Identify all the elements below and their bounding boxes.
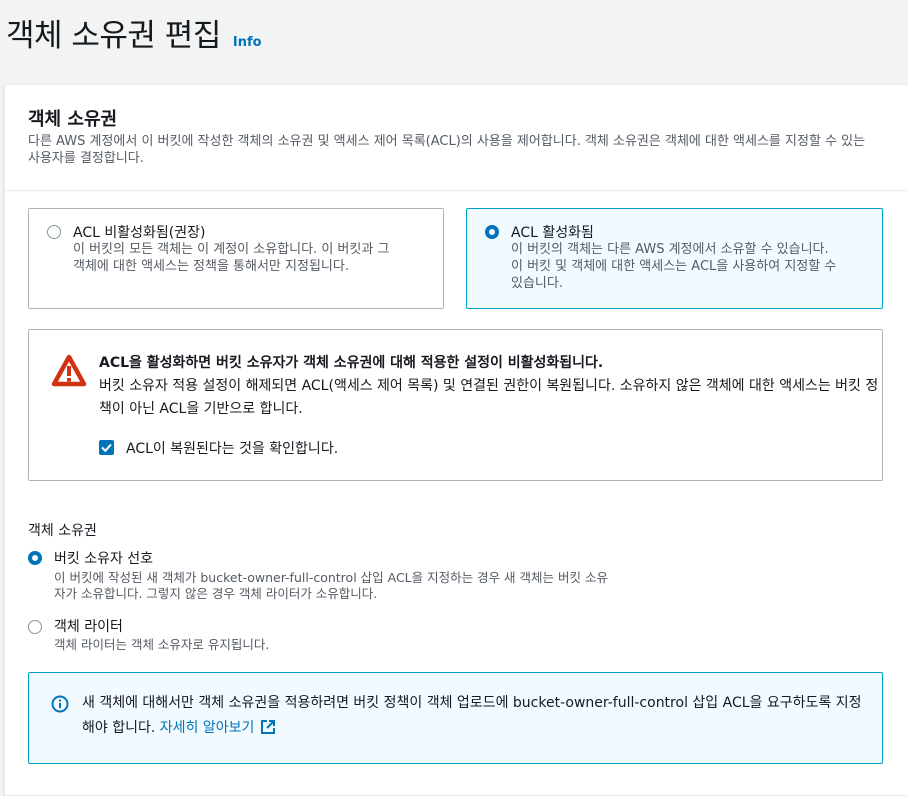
acl-warning-alert: ACL을 활성화하면 버킷 소유자가 객체 소유권에 대해 적용한 설정이 비활… [28,329,883,481]
learn-more-link[interactable]: 자세히 알아보기 [160,720,255,736]
object-ownership-panel: 객체 소유권 다른 AWS 계정에서 이 버킷에 작성한 객체의 소유권 및 액… [4,84,908,796]
acl-enabled-title: ACL 활성화됨 [511,225,594,241]
info-link[interactable]: Info [233,35,262,50]
acl-disabled-desc-line2: 객체에 대한 액세스는 정책을 통해서만 지정됩니다. [73,259,349,274]
bucket-owner-preferred-desc-line2: 자가 소유합니다. 그렇지 않은 경우 객체 라이터가 소유합니다. [54,586,378,601]
section-title: 객체 소유권 [28,109,118,130]
acl-restore-checkbox-label[interactable]: ACL이 복원된다는 것을 확인합니다. [126,438,338,458]
object-writer-desc: 객체 라이터는 객체 소유자로 유지됩니다. [54,637,270,652]
bucket-owner-preferred-radio[interactable] [28,551,42,565]
page-title: 객체 소유권 편집 [6,18,221,54]
acl-disabled-option[interactable]: ACL 비활성화됨(권장) 이 버킷의 모든 객체는 이 계정이 소유합니다. … [28,208,444,309]
page-header: 객체 소유권 편집 Info [6,10,262,55]
acl-enabled-desc-line1: 이 버킷의 객체는 다른 AWS 계정에서 소유할 수 있습니다. [511,242,829,257]
acl-disabled-radio[interactable] [47,225,61,239]
acl-enabled-radio[interactable] [485,225,499,239]
info-alert: 새 객체에 대해서만 객체 소유권을 적용하려면 버킷 정책이 객체 업로드에 … [28,672,883,764]
acl-restore-checkbox[interactable] [99,440,114,455]
warning-text: 버킷 소유자 적용 설정이 해제되면 ACL(액세스 제어 목록) 및 연결된 … [99,378,879,417]
panel-header: 객체 소유권 다른 AWS 계정에서 이 버킷에 작성한 객체의 소유권 및 액… [5,85,908,191]
external-link-icon[interactable] [260,719,276,744]
acl-enabled-desc-line3: 있습니다. [511,276,563,291]
object-writer-title[interactable]: 객체 라이터 [54,616,123,636]
bucket-owner-preferred-desc-line1: 이 버킷에 작성된 새 객체가 bucket-owner-full-contro… [54,570,608,585]
ownership-group-label: 객체 소유권 [28,523,97,539]
acl-disabled-desc-line1: 이 버킷의 모든 객체는 이 계정이 소유합니다. 이 버킷과 그 [73,242,390,257]
warning-triangle-icon [51,354,87,392]
bucket-owner-preferred-title[interactable]: 버킷 소유자 선호 [54,548,153,568]
acl-enabled-desc-line2: 이 버킷 및 객체에 대한 액세스는 ACL을 사용하여 지정할 수 [511,259,837,274]
acl-disabled-title: ACL 비활성화됨(권장) [73,225,206,241]
info-alert-text: 새 객체에 대해서만 객체 소유권을 적용하려면 버킷 정책이 객체 업로드에 … [82,691,872,744]
section-description: 다른 AWS 계정에서 이 버킷에 작성한 객체의 소유권 및 액세스 제어 목… [28,134,866,166]
object-writer-radio[interactable] [28,620,42,634]
info-circle-icon [51,695,69,717]
warning-title: ACL을 활성화하면 버킷 소유자가 객체 소유권에 대해 적용한 설정이 비활… [99,355,604,371]
acl-enabled-option[interactable]: ACL 활성화됨 이 버킷의 객체는 다른 AWS 계정에서 소유할 수 있습니… [466,208,883,309]
